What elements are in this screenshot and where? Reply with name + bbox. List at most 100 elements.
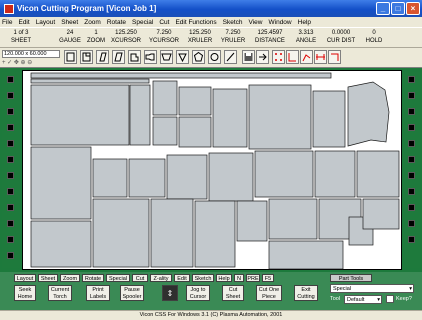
- curdist-readout: 0.0000 CUR DIST: [326, 30, 356, 44]
- menu-edit-functions[interactable]: Edit Functions: [175, 19, 216, 26]
- menu-cut[interactable]: Cut: [159, 19, 169, 26]
- tab-edit[interactable]: Edit: [174, 274, 190, 282]
- tab-z-ality[interactable]: Z-ality: [150, 274, 172, 282]
- exit-cutting-button[interactable]: Exit Cutting: [294, 285, 318, 301]
- left-tool-9[interactable]: [7, 204, 14, 211]
- menu-sheet[interactable]: Sheet: [61, 19, 78, 26]
- right-tool-7[interactable]: [408, 172, 415, 179]
- keep-checkbox[interactable]: [386, 295, 394, 303]
- tab-help[interactable]: Help: [216, 274, 232, 282]
- tab-zoom[interactable]: Zoom: [60, 274, 80, 282]
- small-tools-row: + ✓ ✥ ⊕ ⊖: [2, 60, 33, 66]
- red-corner-icon[interactable]: [286, 50, 299, 64]
- menu-help[interactable]: Help: [298, 19, 311, 26]
- red-bend-icon[interactable]: [300, 50, 313, 64]
- nesting-canvas[interactable]: [22, 70, 402, 270]
- distance-readout: 125.4597 DISTANCE: [255, 30, 285, 44]
- part-tools-button[interactable]: Part Tools: [330, 274, 372, 282]
- circle-part-icon[interactable]: [208, 50, 221, 64]
- slant-part-icon[interactable]: [96, 50, 109, 64]
- right-tool-9[interactable]: [408, 204, 415, 211]
- chevron-down-icon: ▾: [409, 286, 412, 292]
- gauge-readout: 24 GAUGE: [59, 30, 81, 44]
- ycursor-readout: 7.250 YCURSOR: [148, 30, 179, 44]
- left-tool-7[interactable]: [7, 172, 14, 179]
- menu-view[interactable]: View: [249, 19, 263, 26]
- tab-f5[interactable]: F5: [262, 274, 274, 282]
- right-tool-2[interactable]: [408, 92, 415, 99]
- menu-special[interactable]: Special: [132, 19, 153, 26]
- left-tool-1[interactable]: [7, 76, 14, 83]
- special-dropdown[interactable]: Special ▾: [330, 284, 414, 293]
- tab-special[interactable]: Special: [106, 274, 130, 282]
- cut-one-piece-button[interactable]: Cut One Piece: [256, 285, 282, 301]
- left-tool-strip: [2, 72, 20, 268]
- tool-select[interactable]: Default ▾: [344, 295, 382, 304]
- left-tool-11[interactable]: [7, 236, 14, 243]
- reducer-part-icon[interactable]: [144, 50, 157, 64]
- rect-part-icon[interactable]: [64, 50, 77, 64]
- red-dots-icon[interactable]: [272, 50, 285, 64]
- left-tool-3[interactable]: [7, 108, 14, 115]
- left-tool-4[interactable]: [7, 124, 14, 131]
- save-icon[interactable]: [242, 50, 255, 64]
- left-tool-8[interactable]: [7, 188, 14, 195]
- tab-cut[interactable]: Cut: [132, 274, 148, 282]
- right-tool-11[interactable]: [408, 236, 415, 243]
- tab-pre[interactable]: PRE: [246, 274, 260, 282]
- left-tool-12[interactable]: [7, 252, 14, 259]
- left-tool-5[interactable]: [7, 140, 14, 147]
- strip-part: [30, 78, 150, 84]
- left-tool-10[interactable]: [7, 220, 14, 227]
- yruler-readout: 7.250 YRULER: [220, 30, 246, 44]
- tab-sketch[interactable]: Sketch: [192, 274, 214, 282]
- right-tool-8[interactable]: [408, 188, 415, 195]
- sheet-size-field[interactable]: 120.000 x 60.000: [2, 50, 60, 58]
- hold-readout[interactable]: 0 HOLD: [362, 30, 386, 44]
- menu-sketch[interactable]: Sketch: [223, 19, 243, 26]
- menu-layout[interactable]: Layout: [36, 19, 56, 26]
- menu-rotate[interactable]: Rotate: [107, 19, 126, 26]
- tab-sheet[interactable]: Sheet: [38, 274, 58, 282]
- right-tool-1[interactable]: [408, 76, 415, 83]
- left-tool-2[interactable]: [7, 92, 14, 99]
- current-torch-button[interactable]: Current Torch: [48, 285, 72, 301]
- right-tool-5[interactable]: [408, 140, 415, 147]
- left-tool-6[interactable]: [7, 156, 14, 163]
- menu-window[interactable]: Window: [269, 19, 292, 26]
- right-tool-3[interactable]: [408, 108, 415, 115]
- sheet-readout[interactable]: 1 of 3 SHEET: [4, 30, 38, 44]
- heart-part-icon[interactable]: [176, 50, 189, 64]
- parallelogram-part-icon[interactable]: [112, 50, 125, 64]
- notch-part-icon[interactable]: [80, 50, 93, 64]
- menu-zoom[interactable]: Zoom: [84, 19, 101, 26]
- pause-spooler-button[interactable]: Pause Spooler: [120, 285, 144, 301]
- right-tool-6[interactable]: [408, 156, 415, 163]
- jog-arrows-icon[interactable]: ⇕: [162, 285, 178, 301]
- transition-part-icon[interactable]: [160, 50, 173, 64]
- cut-sheet-button[interactable]: Cut Sheet: [222, 285, 244, 301]
- minimize-button[interactable]: _: [376, 2, 390, 15]
- print-labels-button[interactable]: Print Labels: [86, 285, 110, 301]
- menu-file[interactable]: File: [2, 19, 12, 26]
- red-hook-icon[interactable]: [328, 50, 341, 64]
- close-button[interactable]: ×: [406, 2, 420, 15]
- part: [92, 198, 150, 268]
- seek-home-button[interactable]: Seek Home: [14, 285, 36, 301]
- menu-edit[interactable]: Edit: [18, 19, 29, 26]
- part: [178, 116, 212, 148]
- red-span-icon[interactable]: [314, 50, 327, 64]
- xruler-readout: 125.250 XRULER: [187, 30, 213, 44]
- tab-rotate[interactable]: Rotate: [82, 274, 104, 282]
- right-tool-4[interactable]: [408, 124, 415, 131]
- tab-layout[interactable]: Layout: [14, 274, 36, 282]
- polygon-part-icon[interactable]: [192, 50, 205, 64]
- jog-to-cursor-button[interactable]: Jog to Cursor: [186, 285, 210, 301]
- offset-part-icon[interactable]: [128, 50, 141, 64]
- right-tool-10[interactable]: [408, 220, 415, 227]
- tab-n[interactable]: N: [234, 274, 244, 282]
- maximize-button[interactable]: □: [391, 2, 405, 15]
- line-part-icon[interactable]: [224, 50, 237, 64]
- nested-parts-drawing: [30, 72, 400, 270]
- arrow-icon[interactable]: [256, 50, 269, 64]
